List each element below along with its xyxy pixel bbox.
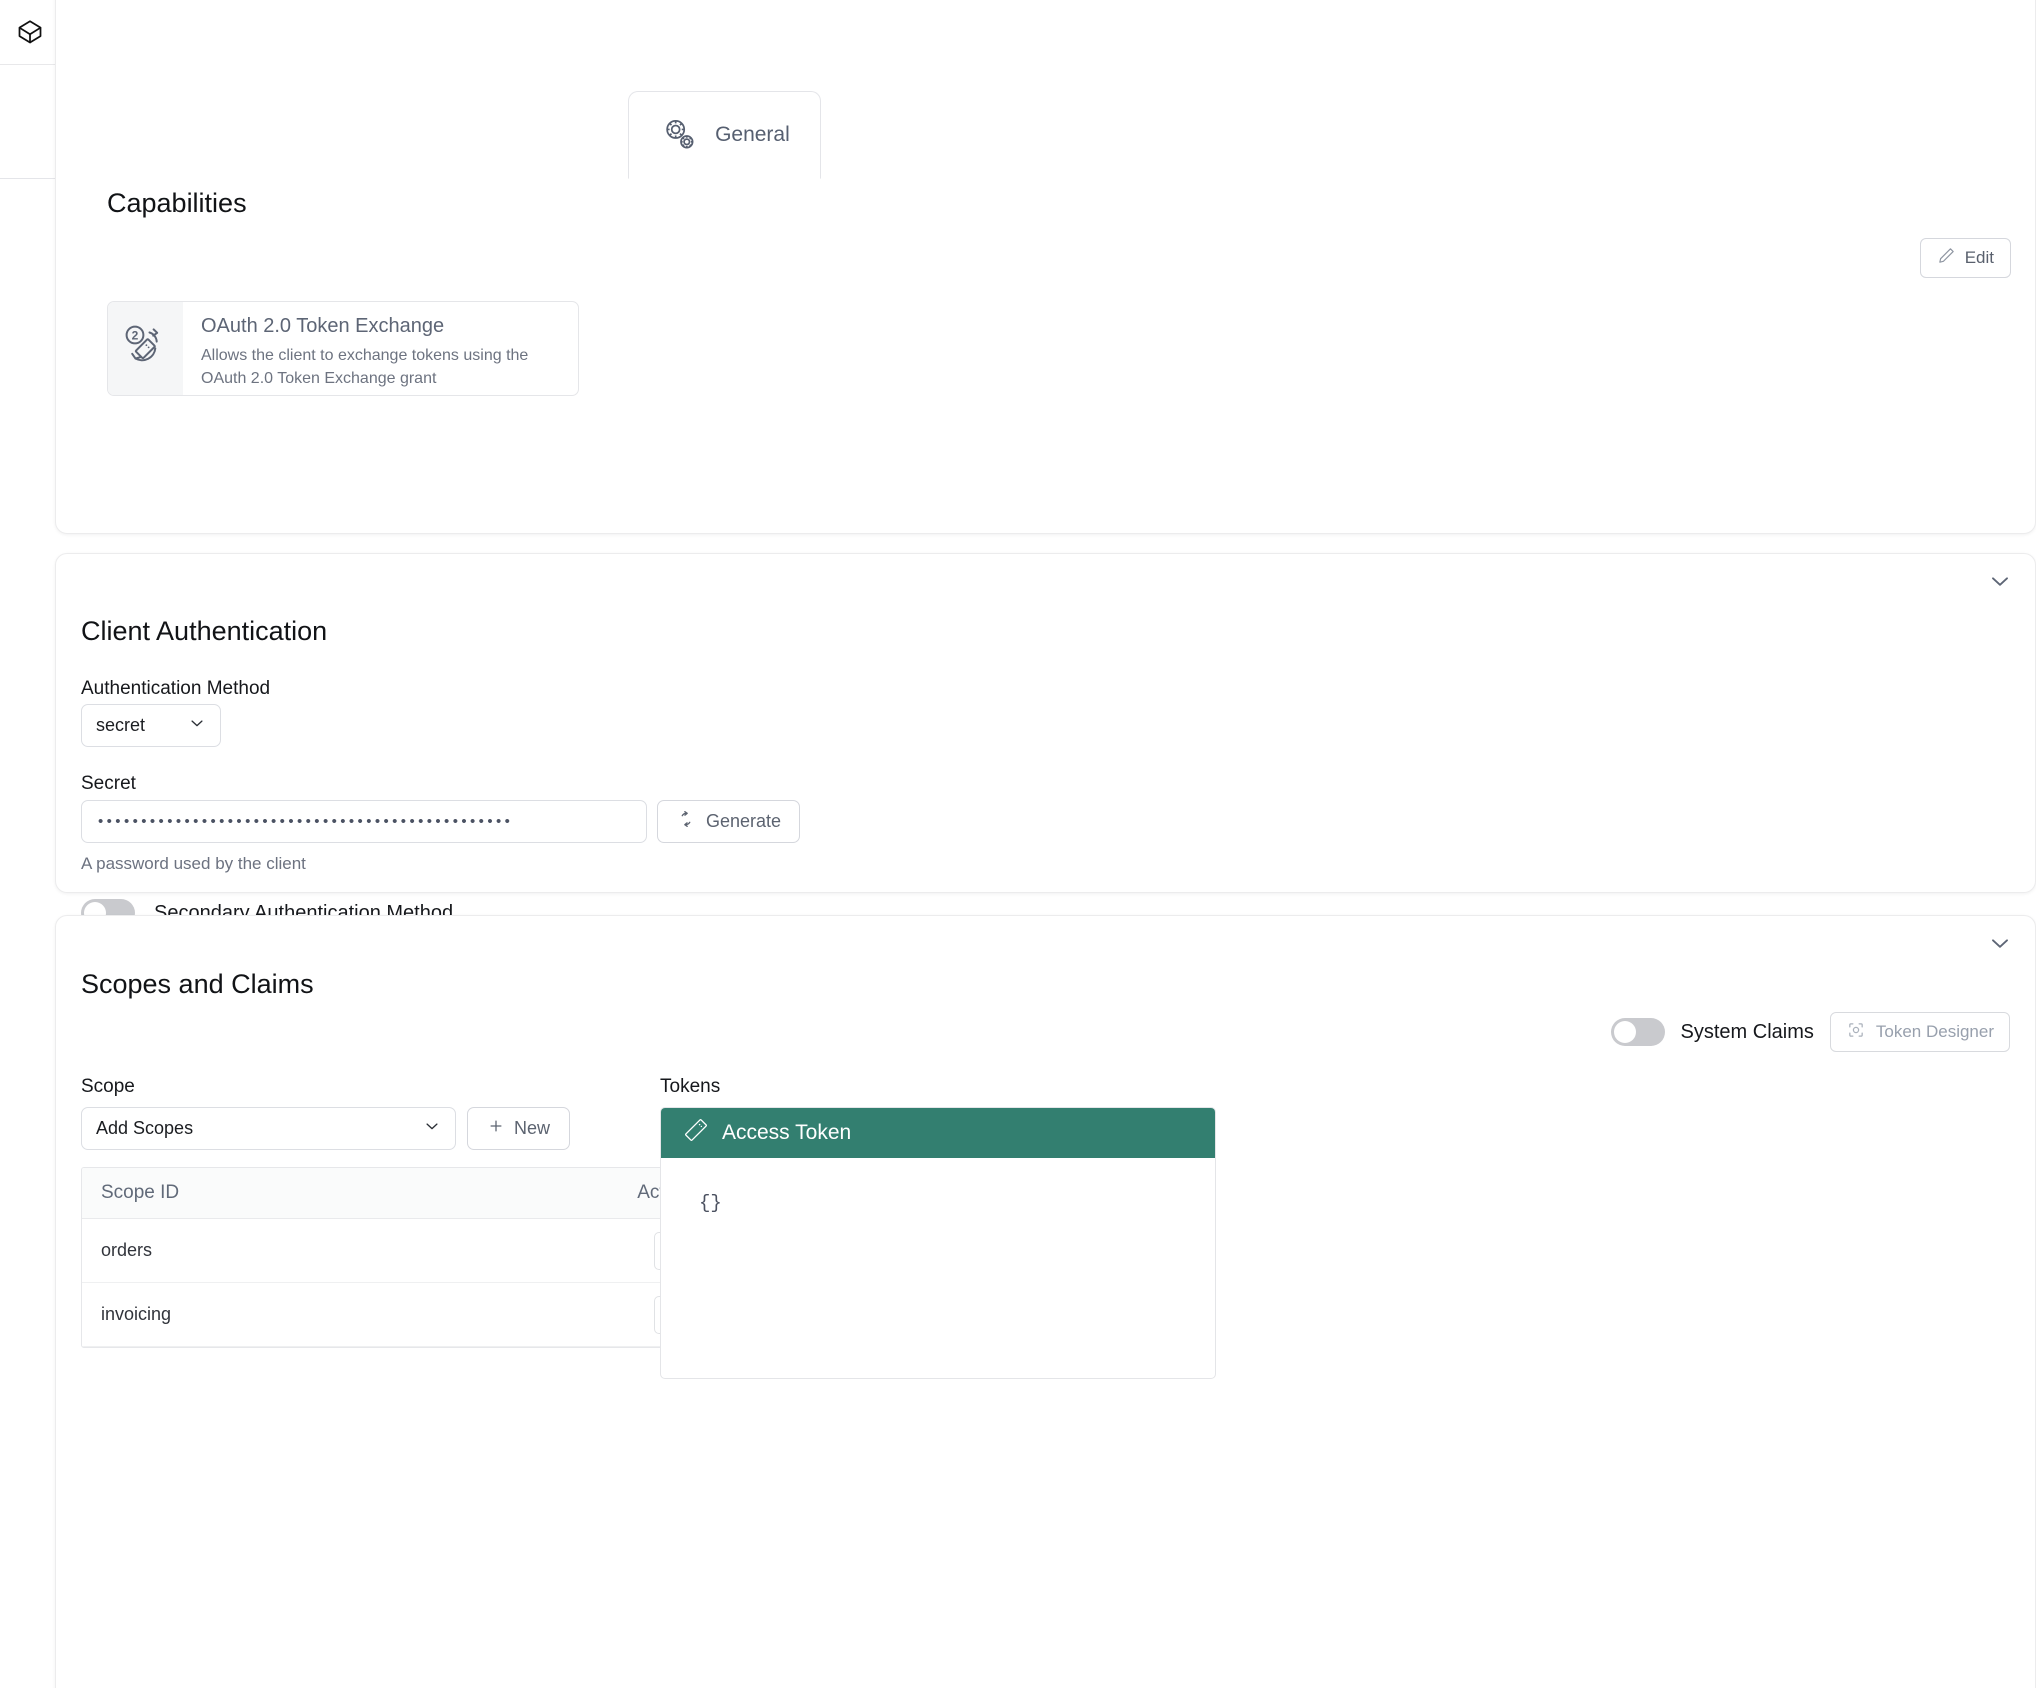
capability-item[interactable]: 2 OAuth 2.0 Token Exchange Allows the cl… <box>107 301 579 396</box>
access-token-panel: Access Token {} <box>660 1107 1216 1379</box>
system-claims-row: System Claims Token Designer <box>1610 1012 2010 1052</box>
scopes-and-claims-title: Scopes and Claims <box>81 969 314 999</box>
add-scopes-select[interactable]: Add Scopes <box>81 1107 456 1150</box>
toggle-knob <box>1613 1021 1636 1043</box>
capabilities-edit-label: Edit <box>1964 248 1994 267</box>
authentication-method-select[interactable]: secret <box>81 704 221 747</box>
scope-id-value: invoicing <box>101 1304 172 1324</box>
table-row[interactable]: invoicing <box>82 1283 710 1347</box>
secret-row: ••••••••••••••••••••••••••••••••••••••••… <box>81 800 801 843</box>
secret-input[interactable]: ••••••••••••••••••••••••••••••••••••••••… <box>81 800 647 843</box>
generate-secret-button[interactable]: Generate <box>657 800 801 843</box>
scope-column: Scope Add Scopes New Scope ID Action <box>81 1076 711 1348</box>
column-header-scope-id: Scope ID <box>101 1182 180 1203</box>
capabilities-card: Capabilities Edit 2 OAuth 2.0 Token Exch… <box>55 0 2036 534</box>
tab-general[interactable]: General <box>628 91 821 179</box>
add-scopes-value: Add Scopes <box>96 1118 194 1138</box>
secret-helper-text: A password used by the client <box>81 854 306 873</box>
authentication-method-value: secret <box>96 715 146 735</box>
tokens-column: Tokens Access Token {} <box>660 1076 1216 1379</box>
scope-table: Scope ID Action orders invoicing <box>81 1167 711 1348</box>
scope-controls: Add Scopes New <box>81 1107 641 1150</box>
access-token-header[interactable]: Access Token <box>661 1108 1215 1158</box>
svg-text:2: 2 <box>131 328 138 342</box>
token-designer-button[interactable]: Token Designer <box>1829 1012 2010 1052</box>
new-scope-button[interactable]: New <box>467 1107 570 1150</box>
new-scope-label: New <box>513 1118 550 1138</box>
chevron-down-icon <box>188 714 206 737</box>
capability-name: OAuth 2.0 Token Exchange <box>201 315 445 337</box>
capability-description: Allows the client to exchange tokens usi… <box>201 347 529 388</box>
chevron-down-icon <box>423 1117 441 1140</box>
access-token-content: {} <box>699 1192 722 1214</box>
client-authentication-card: Client Authentication Authentication Met… <box>55 553 2036 982</box>
table-row[interactable]: orders <box>82 1219 710 1283</box>
capability-body: OAuth 2.0 Token Exchange Allows the clie… <box>183 302 577 395</box>
cube-icon <box>16 18 44 46</box>
ticket-icon <box>683 1117 709 1149</box>
token-designer-label: Token Designer <box>1875 1022 1994 1041</box>
system-claims-toggle[interactable] <box>1610 1018 1665 1046</box>
token-exchange-icon: 2 <box>119 319 173 378</box>
pencil-icon <box>1937 246 1956 270</box>
capabilities-title: Capabilities <box>107 188 247 218</box>
refresh-icon <box>676 809 696 834</box>
gears-icon <box>659 114 701 156</box>
scope-label: Scope <box>81 1076 135 1097</box>
client-authentication-title: Client Authentication <box>81 616 328 646</box>
secret-label: Secret <box>81 773 136 794</box>
scope-table-header: Scope ID Action <box>82 1168 710 1219</box>
authentication-method-label: Authentication Method <box>81 678 271 699</box>
access-token-title: Access Token <box>722 1121 852 1144</box>
plus-icon <box>487 1117 505 1140</box>
scope-id-value: orders <box>101 1240 153 1260</box>
tokens-label: Tokens <box>660 1076 721 1097</box>
scopes-and-claims-card: Scopes and Claims System Claims Token De… <box>55 915 2036 1688</box>
capabilities-edit-button[interactable]: Edit <box>1919 238 2011 278</box>
client-authentication-collapse-icon[interactable] <box>1987 568 2013 594</box>
tab-general-label: General <box>715 123 790 146</box>
scopes-and-claims-collapse-icon[interactable] <box>1987 930 2013 956</box>
capability-icon-box: 2 <box>108 302 183 395</box>
generate-secret-label: Generate <box>706 811 782 831</box>
system-claims-label: System Claims <box>1680 1020 1814 1043</box>
target-icon <box>1846 1020 1866 1045</box>
